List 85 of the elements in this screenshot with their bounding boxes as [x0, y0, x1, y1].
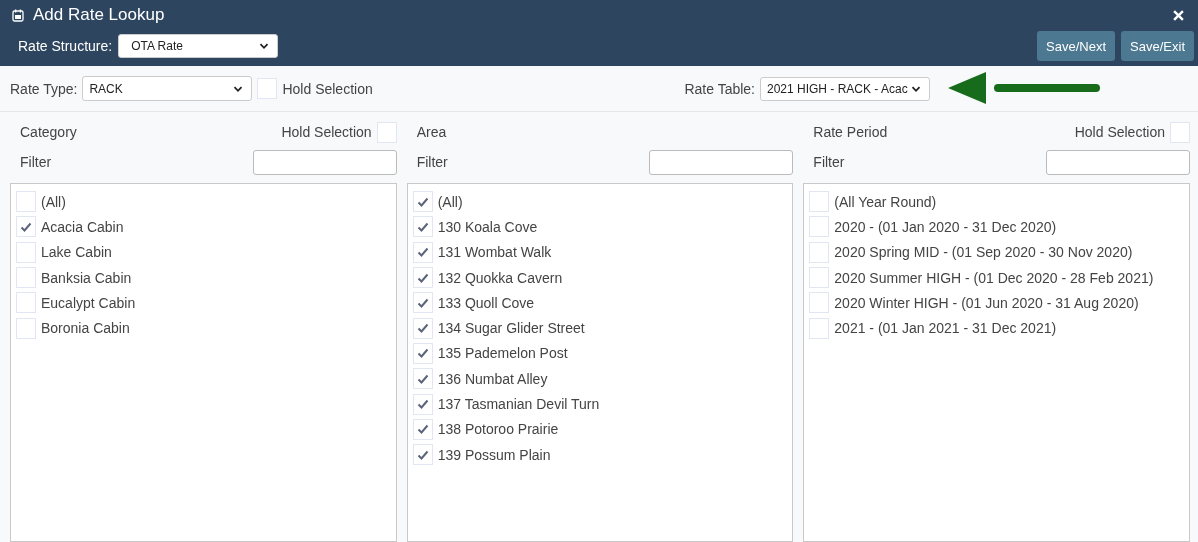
- caret-icon: [259, 41, 270, 51]
- checkbox[interactable]: [16, 267, 36, 289]
- field-label: Rate Structure:: [18, 38, 113, 54]
- list-item[interactable]: 2021 - (01 Jan 2021 - 31 Dec 2021): [834, 320, 1057, 337]
- list-item[interactable]: (All): [41, 193, 66, 210]
- checkbox[interactable]: [16, 191, 36, 213]
- check-icon: [416, 220, 429, 233]
- checkbox[interactable]: [412, 241, 433, 263]
- list-item[interactable]: Eucalypt Cabin: [41, 294, 136, 311]
- filter-field[interactable]: [252, 149, 397, 175]
- checkbox[interactable]: [257, 78, 278, 99]
- checkbox[interactable]: [412, 317, 433, 339]
- list-item[interactable]: 134 Sugar Glider Street: [437, 320, 585, 337]
- filter-field[interactable]: [1046, 149, 1190, 175]
- filter-label: Filter: [813, 154, 845, 170]
- checkbox[interactable]: [412, 191, 433, 213]
- checkbox[interactable]: [1170, 121, 1190, 143]
- list-item[interactable]: 2020 Summer HIGH - (01 Dec 2020 - 28 Feb 2021): [834, 269, 1154, 286]
- list-item[interactable]: 133 Quoll Cove: [437, 294, 535, 311]
- panel-title: Rate Period: [813, 124, 888, 140]
- dropdown[interactable]: OTA Rate: [118, 34, 279, 58]
- checkbox-label: Hold Selection: [282, 80, 373, 97]
- list-item[interactable]: (All): [437, 193, 463, 210]
- check-icon: [416, 296, 429, 309]
- filter-field[interactable]: [649, 149, 794, 175]
- check-icon: [416, 423, 429, 436]
- calendar-icon: [12, 8, 24, 22]
- checkbox[interactable]: [412, 444, 433, 466]
- save-button[interactable]: Save/Exit: [1121, 31, 1194, 61]
- checkbox[interactable]: [809, 191, 830, 213]
- list-item[interactable]: Lake Cabin: [41, 244, 112, 261]
- list-item[interactable]: 2020 Winter HIGH - (01 Jun 2020 - 31 Aug 2020): [834, 294, 1139, 311]
- checkbox[interactable]: [809, 267, 830, 289]
- dropdown[interactable]: 2021 HIGH - RACK - Acac: [760, 76, 930, 101]
- list-item[interactable]: 2020 Spring MID - (01 Sep 2020 - 30 Nov 2020): [834, 244, 1133, 261]
- check-icon: [416, 322, 429, 335]
- field-label: Rate Type:: [10, 80, 78, 97]
- check-icon: [416, 448, 429, 461]
- list-item[interactable]: 131 Wombat Walk: [437, 244, 552, 261]
- checkbox[interactable]: [412, 342, 433, 364]
- save-button[interactable]: Save/Next: [1037, 31, 1116, 61]
- list-item[interactable]: Boronia Cabin: [41, 320, 130, 337]
- checkbox[interactable]: [376, 121, 397, 143]
- list-item[interactable]: 138 Potoroo Prairie: [437, 421, 559, 438]
- checkbox[interactable]: [412, 267, 433, 289]
- filter-label: Filter: [416, 154, 448, 170]
- checkbox[interactable]: [412, 418, 433, 440]
- filter-label: Filter: [20, 154, 52, 170]
- list-item[interactable]: 135 Pademelon Post: [437, 345, 568, 362]
- window-title: Add Rate Lookup: [33, 5, 165, 25]
- list-item[interactable]: Banksia Cabin: [41, 269, 132, 286]
- check-icon: [416, 372, 429, 385]
- checkbox[interactable]: [809, 317, 830, 339]
- check-icon: [20, 220, 32, 233]
- field-label: Rate Table:: [684, 80, 755, 97]
- check-icon: [416, 195, 429, 208]
- list-item[interactable]: 2020 - (01 Jan 2020 - 31 Dec 2020): [834, 218, 1057, 235]
- checkbox[interactable]: [809, 292, 830, 314]
- list-item[interactable]: 132 Quokka Cavern: [437, 269, 563, 286]
- close-icon[interactable]: [1173, 9, 1184, 21]
- list-item[interactable]: 137 Tasmanian Devil Turn: [437, 396, 600, 412]
- check-icon: [416, 398, 429, 410]
- checkbox[interactable]: [16, 216, 36, 238]
- checkbox[interactable]: [412, 292, 433, 314]
- check-icon: [416, 347, 429, 360]
- checkbox[interactable]: [412, 216, 433, 238]
- checkbox[interactable]: [16, 317, 36, 339]
- list-item[interactable]: 130 Koala Cove: [437, 218, 538, 235]
- list-item[interactable]: 136 Numbat Alley: [437, 370, 548, 387]
- checkbox-label: Hold Selection: [281, 124, 372, 140]
- checkbox[interactable]: [16, 292, 36, 314]
- panel-title: Category: [20, 124, 77, 140]
- list-item[interactable]: Acacia Cabin: [41, 218, 124, 235]
- panel-title: Area: [416, 124, 447, 140]
- checkbox[interactable]: [412, 368, 433, 390]
- check-icon: [416, 246, 429, 259]
- checkbox-label: Hold Selection: [1074, 124, 1165, 140]
- dropdown[interactable]: RACK: [82, 76, 253, 101]
- checkbox[interactable]: [16, 241, 36, 263]
- checkbox[interactable]: [412, 393, 433, 415]
- checkbox[interactable]: [809, 241, 830, 263]
- list-item[interactable]: 139 Possum Plain: [437, 446, 551, 463]
- checkbox[interactable]: [809, 216, 830, 238]
- list-item[interactable]: (All Year Round): [834, 193, 937, 210]
- check-icon: [416, 271, 429, 284]
